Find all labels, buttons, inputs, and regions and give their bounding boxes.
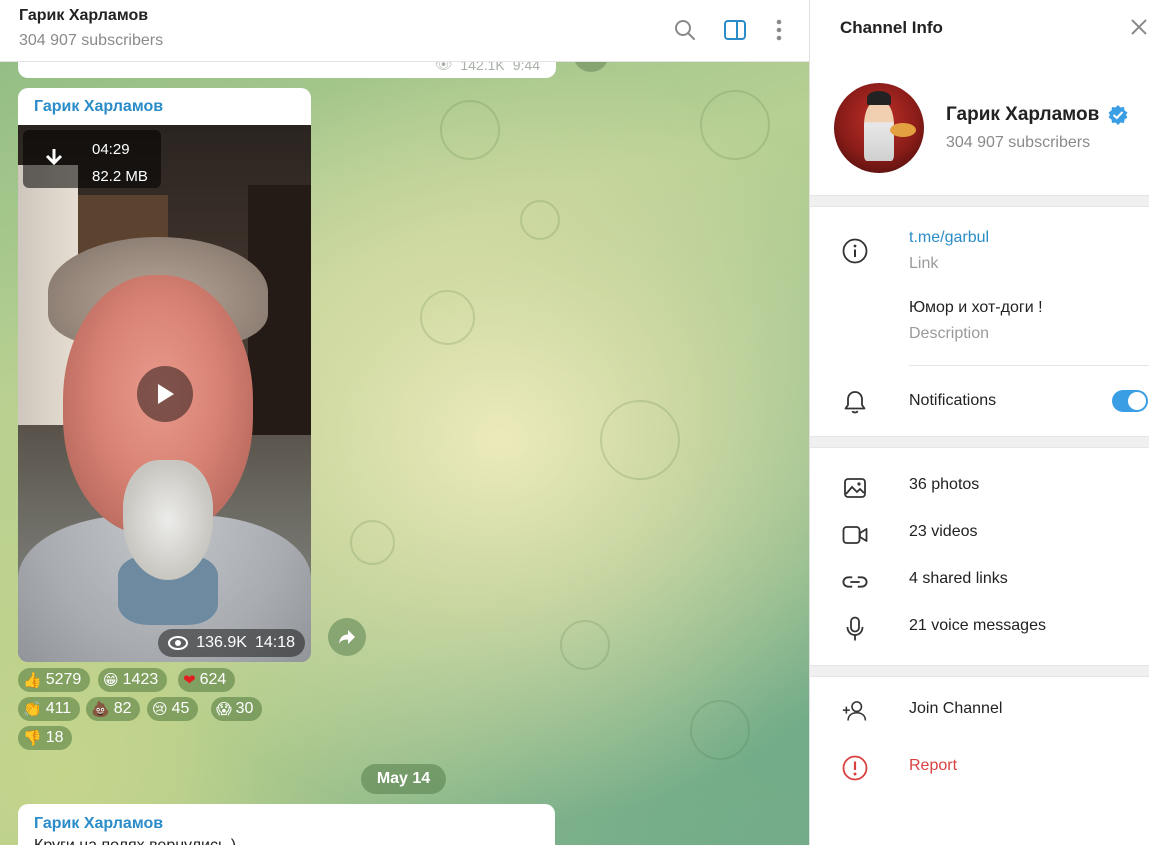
reaction-count: 624 [199,671,227,688]
reaction-thumbs-down[interactable]: 👎 18 [18,726,73,750]
message-author[interactable]: Гарик Харламов [34,98,163,116]
channel-name-row: Гарик Харламов [946,104,1129,126]
grin-icon: 😁 [103,671,119,689]
chat-area: Гарик Харламов 304 907 subscribers 👁 142… [0,0,809,845]
reaction-count: 411 [45,700,72,717]
download-button[interactable]: 04:29 82.2 MB [23,130,161,188]
sidebar-panel-icon [724,20,746,40]
report-icon [842,755,868,781]
channel-info-panel: Channel Info Гарик Харламов 304 907 subs… [809,0,1149,845]
info-icon [842,238,868,264]
share-arrow-icon [339,630,355,644]
more-vertical-icon [776,19,782,41]
media-photos[interactable]: 36 photos [909,476,979,494]
close-icon [1131,19,1147,35]
section-separator [810,665,1149,677]
pattern-doodle [420,290,475,345]
reaction-count: 82 [113,700,132,717]
thumbs-down-icon: 👎 [23,729,42,747]
notifications-label: Notifications [909,392,997,409]
join-channel-button[interactable]: Join Channel [909,700,1002,718]
link-icon [842,569,868,595]
video-frame-subject [123,460,213,580]
media-voice[interactable]: 21 voice messages [909,617,1046,635]
video-time: 14:18 [254,634,295,651]
media-links[interactable]: 4 shared links [909,570,1008,588]
reaction-heart[interactable]: ❤ 624 [178,668,236,692]
video-views: 136.9K [196,634,247,651]
search-button[interactable] [670,15,700,45]
heart-icon: ❤ [183,671,196,689]
pattern-doodle [690,700,750,760]
channel-description: Юмор и хот-доги ! [909,299,1043,316]
scream-icon: 😱 [216,700,232,718]
clap-icon: 👏 [23,700,42,718]
reaction-count: 5279 [45,671,82,688]
message-text: Круги на полях вернулись ) [34,837,236,845]
reaction-count: 18 [45,729,64,746]
media-videos[interactable]: 23 videos [909,523,978,541]
close-panel-button[interactable] [1130,18,1149,40]
video-meta: 136.9K 14:18 [158,629,305,657]
photo-icon [842,475,868,501]
microphone-icon [842,616,868,642]
reaction-clap[interactable]: 👏 411 [18,697,81,721]
play-icon [158,384,174,404]
report-button[interactable]: Report [909,757,957,775]
video-player[interactable]: 04:29 82.2 MB 136.9K 14:18 [18,125,311,662]
pattern-doodle [560,620,610,670]
search-icon [675,20,695,40]
pattern-doodle [350,520,395,565]
poop-icon: 💩 [91,700,110,718]
channel-name: Гарик Харламов [946,104,1100,125]
bell-icon [842,389,868,415]
play-button[interactable] [137,366,193,422]
row-divider [909,365,1149,366]
video-size: 82.2 MB [92,168,148,185]
reaction-count: 45 [171,700,190,717]
pattern-doodle [440,100,500,160]
channel-link-label: Link [909,255,939,272]
avatar-figure [890,123,916,137]
more-menu-button[interactable] [764,15,794,45]
share-button[interactable] [328,618,366,656]
reaction-count: 1423 [122,671,159,688]
message-bubble[interactable]: Гарик Харламов 04:29 82.2 MB 136.9K 14:1… [18,88,311,662]
reaction-scream[interactable]: 😱 30 [211,697,263,721]
channel-subscribers: 304 907 subscribers [946,134,1091,151]
reaction-count: 30 [235,700,254,717]
channel-link[interactable]: t.me/garbul [909,229,989,247]
pattern-doodle [700,90,770,160]
message-author[interactable]: Гарик Харламов [34,815,163,833]
video-duration: 04:29 [92,141,130,158]
chat-header: Гарик Харламов 304 907 subscribers [0,0,809,62]
section-separator [810,436,1149,448]
add-user-icon [842,698,868,724]
date-separator: May 14 [361,764,446,794]
panel-title: Channel Info [840,18,943,37]
reaction-grin[interactable]: 😁 1423 [98,668,168,692]
video-icon [842,522,868,548]
message-bubble[interactable]: Гарик Харламов Круги на полях вернулись … [18,804,555,845]
chat-subscribers: 304 907 subscribers [19,32,164,49]
reaction-poop[interactable]: 💩 82 [86,697,141,721]
section-separator [810,195,1149,207]
eye-icon [168,636,189,650]
download-arrow-icon [45,149,63,166]
pattern-doodle [600,400,680,480]
chat-title[interactable]: Гарик Харламов [19,7,148,25]
notifications-toggle[interactable] [1112,390,1148,412]
verified-badge-icon [1108,105,1128,125]
avatar-figure [867,91,891,105]
pattern-doodle [520,200,560,240]
reaction-thumbs-up[interactable]: 👍 5279 [18,668,91,692]
channel-description-label: Description [909,325,990,342]
sidebar-toggle-button[interactable] [720,15,750,45]
reaction-cry[interactable]: 😢 45 [147,697,199,721]
toggle-knob [1128,392,1146,410]
thumbs-up-icon: 👍 [23,671,42,689]
channel-avatar[interactable] [834,83,924,173]
cry-icon: 😢 [152,700,168,718]
